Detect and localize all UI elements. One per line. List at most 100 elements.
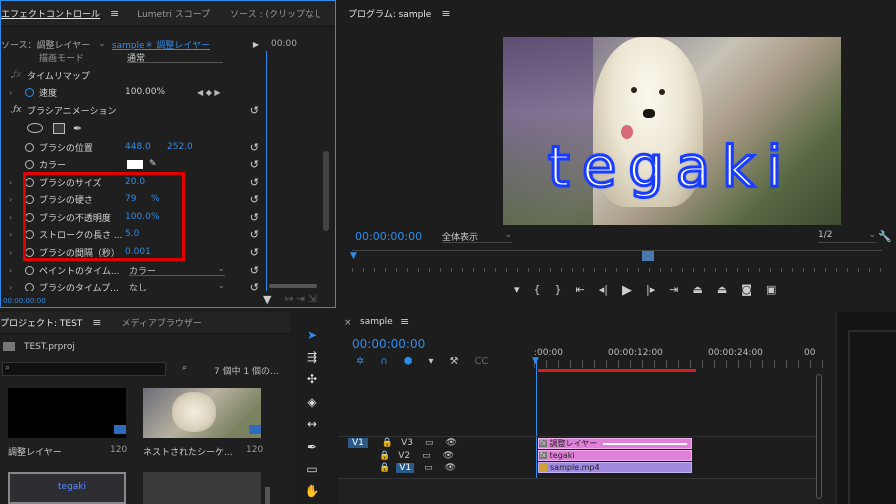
expand-icon[interactable]: ›	[9, 248, 12, 257]
sequence-label[interactable]: sample＊ 調整レイヤー	[112, 38, 210, 51]
stopwatch-icon[interactable]	[25, 87, 34, 97]
reset-icon[interactable]: ↺	[250, 246, 259, 259]
reset-icon[interactable]: ↺	[250, 158, 259, 171]
step-back-icon[interactable]: ◂|	[599, 283, 608, 298]
reset-icon[interactable]: ↺	[250, 264, 259, 277]
panel-menu-icon[interactable]: ≡	[441, 7, 450, 20]
in-point-icon[interactable]: {	[534, 283, 541, 298]
selection-tool-icon[interactable]: ➤	[303, 326, 321, 344]
thumb-sequence[interactable]: tegaki	[8, 472, 126, 504]
track-select-icon[interactable]: ⇶	[303, 348, 321, 366]
expand-icon[interactable]: ›	[9, 230, 12, 239]
color-swatch[interactable]	[127, 159, 143, 169]
play-icon[interactable]: ▶	[622, 283, 632, 298]
go-to-out-icon[interactable]: ⇥	[669, 283, 678, 298]
fx-icon[interactable]: fx	[13, 105, 22, 115]
lock-icon[interactable]: 🔒	[382, 438, 393, 448]
marker-icon[interactable]: ▾	[514, 283, 520, 298]
panel-menu-icon[interactable]: ≡	[400, 315, 409, 328]
stopwatch-icon[interactable]	[25, 142, 34, 152]
property-dropdown[interactable]: カラー ⌄	[129, 264, 225, 277]
thumb-nested-2[interactable]	[143, 472, 261, 504]
tab-effect-controls[interactable]: エフェクトコントロール	[1, 7, 110, 20]
compare-icon[interactable]: ▣	[766, 283, 776, 298]
eyedropper-icon[interactable]: ✎	[149, 159, 157, 169]
slip-icon[interactable]: ↔	[303, 415, 321, 433]
reset-icon[interactable]: ↺	[250, 281, 259, 292]
reset-icon[interactable]: ↺	[250, 193, 259, 206]
new-bin-icon[interactable]: ⌕	[182, 363, 187, 373]
wrench-icon[interactable]: ⚒	[449, 356, 458, 367]
scrollbar[interactable]	[265, 487, 270, 504]
timeline-timecode[interactable]: 00:00:00:00	[352, 337, 425, 351]
clip-tegaki[interactable]: fx tegaki	[538, 450, 692, 461]
panel-menu-icon[interactable]: ≡	[110, 7, 119, 20]
speed-value[interactable]: 100.00%	[125, 87, 165, 97]
export-icons[interactable]: ↦ ⇥ ⇲	[285, 294, 317, 305]
filter-icon[interactable]: ▼	[263, 293, 271, 306]
eye-icon[interactable]: 👁	[445, 463, 456, 473]
bottom-timecode[interactable]: 00:00:00:00	[3, 297, 46, 305]
lift-icon[interactable]: ⏏	[692, 283, 702, 298]
eye-icon[interactable]: 👁	[443, 451, 454, 461]
playhead-marker[interactable]: ▼	[532, 356, 539, 366]
sync-icon[interactable]: ▭	[425, 438, 434, 448]
pen-tool-icon[interactable]: ✒	[303, 438, 321, 456]
expand-icon[interactable]: ›	[9, 213, 12, 222]
expand-icon[interactable]: ›	[9, 283, 12, 292]
track-name-v1[interactable]: V1	[396, 462, 415, 473]
reset-icon[interactable]: ↺	[250, 176, 259, 189]
property-dropdown[interactable]: なし ⌄	[129, 281, 225, 291]
thumb-adjustment-layer[interactable]	[8, 388, 126, 438]
snap-icon[interactable]: ∩	[380, 356, 387, 367]
keyframe-nav-icon[interactable]: ◀ ◆ ▶	[197, 88, 221, 97]
stopwatch-icon[interactable]	[25, 265, 34, 275]
zoom-scrollbar[interactable]	[269, 284, 317, 288]
fit-dropdown[interactable]: 全体表示 ⌄	[442, 230, 512, 243]
lock-icon[interactable]: 🔒	[379, 451, 390, 461]
expand-icon[interactable]: ›	[9, 88, 12, 97]
playhead-line[interactable]	[266, 51, 267, 291]
settings-icon[interactable]: 🔧	[878, 230, 892, 243]
stopwatch-icon[interactable]	[25, 282, 34, 291]
close-icon[interactable]: ×	[344, 318, 352, 328]
eye-icon[interactable]: 👁	[446, 438, 457, 448]
sync-icon[interactable]: ▭	[424, 463, 433, 473]
go-to-in-icon[interactable]: ⇤	[576, 283, 585, 298]
scrollbar[interactable]	[323, 151, 329, 231]
extract-icon[interactable]: ⏏	[717, 283, 727, 298]
program-timecode[interactable]: 00:00:00:00	[355, 230, 422, 243]
stopwatch-icon[interactable]	[25, 159, 34, 169]
play-arrow-icon[interactable]: ▶	[253, 40, 259, 49]
razor-icon[interactable]: ◈	[303, 393, 321, 411]
ellipse-mask-icon[interactable]	[27, 123, 43, 133]
reset-icon[interactable]: ↺	[250, 211, 259, 224]
reset-icon[interactable]: ↺	[250, 141, 259, 154]
time-ruler[interactable]	[534, 360, 824, 368]
reset-icon[interactable]: ↺	[250, 104, 259, 117]
expand-icon[interactable]: ›	[9, 195, 12, 204]
pen-mask-icon[interactable]: ✒	[73, 122, 82, 135]
tab-project[interactable]: プロジェクト: TEST	[0, 316, 92, 329]
property-value[interactable]: 448.0	[125, 142, 151, 152]
tab-program[interactable]: プログラム: sample	[338, 7, 441, 20]
tab-lumetri-scopes[interactable]: Lumetri スコープ	[127, 7, 220, 20]
work-area-marker[interactable]	[642, 251, 654, 261]
out-point-icon[interactable]: }	[555, 283, 562, 298]
ripple-edit-icon[interactable]: ✣	[303, 370, 321, 388]
property-value-2[interactable]: 252.0	[167, 142, 193, 152]
rectangle-tool-icon[interactable]: ▭	[303, 460, 321, 478]
quality-dropdown[interactable]: 1/2 ⌄	[818, 230, 876, 243]
chevron-down-icon[interactable]: ⌄	[98, 39, 106, 49]
clip-adjustment-layer[interactable]: fx 調整レイヤー	[538, 438, 692, 449]
work-area-bar[interactable]	[538, 369, 696, 372]
lock-icon[interactable]: 🔒	[379, 463, 390, 473]
monitor-ruler[interactable]	[352, 250, 882, 272]
search-input[interactable]	[2, 362, 166, 376]
vertical-scrollbar[interactable]	[816, 374, 822, 499]
linked-selection-icon[interactable]: ⬢	[404, 356, 413, 367]
add-marker-icon[interactable]: ▾	[428, 356, 433, 367]
hand-tool-icon[interactable]: ✋	[303, 482, 321, 500]
clip-sample-mp4[interactable]: sample.mp4	[538, 462, 692, 473]
captions-icon[interactable]: CC	[474, 356, 488, 367]
